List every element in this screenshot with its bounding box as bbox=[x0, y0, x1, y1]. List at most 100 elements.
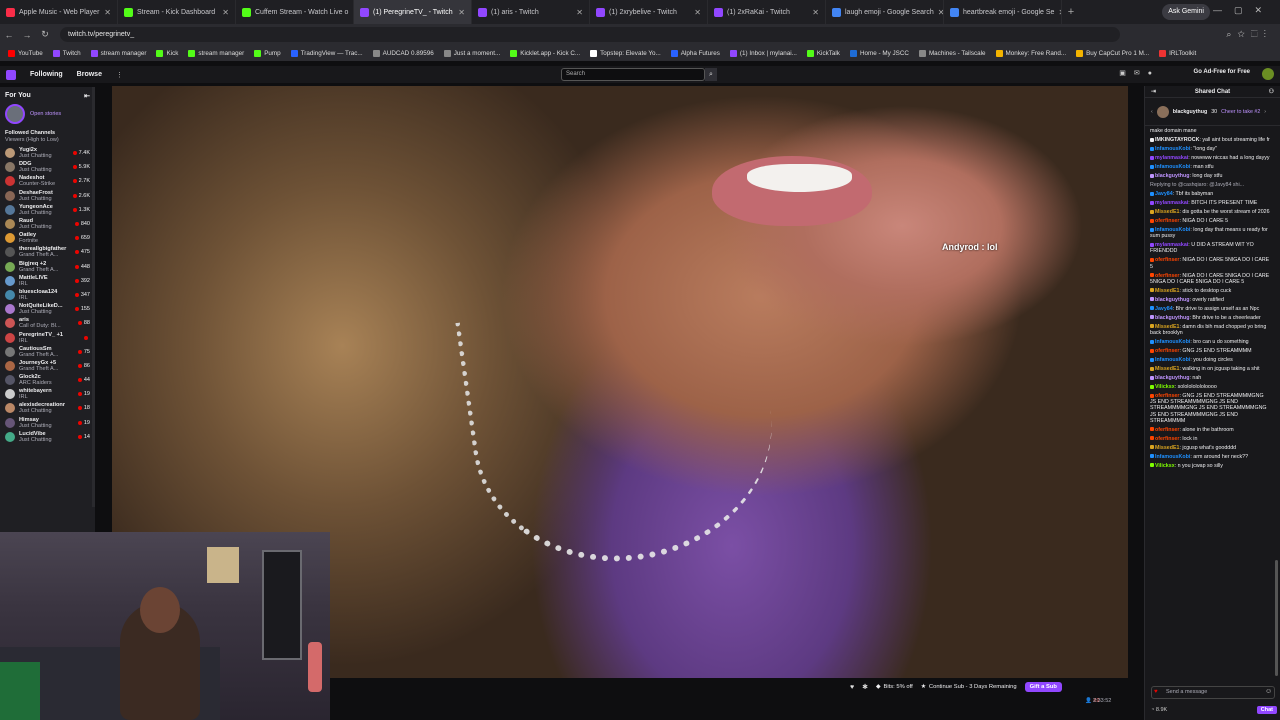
chat-message[interactable]: InfamousKobi: you doing circles bbox=[1150, 357, 1270, 363]
leaderboard-row[interactable]: ‹ blackguythug 30 Cheer to take #2 › bbox=[1145, 98, 1280, 126]
bits-button[interactable]: ◆ Bits: 5% off bbox=[876, 684, 913, 690]
chat-message[interactable]: oferfinser: alone in the bathroom bbox=[1150, 427, 1270, 433]
close-tab-icon[interactable]: ✕ bbox=[576, 8, 583, 17]
chat-message[interactable]: oferfinser: NIGA DO I CARE 5NIGA DO I CA… bbox=[1150, 257, 1270, 270]
gift-sub-button[interactable]: Gift a Sub bbox=[1024, 682, 1062, 692]
bookmark[interactable]: stream manager bbox=[188, 49, 244, 57]
chat-message[interactable]: InfamousKobi: "long day" bbox=[1150, 146, 1270, 152]
bookmark[interactable]: Home - My JSCC bbox=[849, 49, 909, 57]
collapse-chat-icon[interactable]: ⇥ bbox=[1151, 88, 1156, 95]
chat-users-icon[interactable]: ⚇ bbox=[1269, 88, 1274, 95]
notification-icons[interactable]: ▣✉● bbox=[1119, 69, 1160, 77]
chat-username[interactable]: InfamousKobi bbox=[1155, 339, 1190, 345]
sidebar-channel[interactable]: MattleLIVE IRL 392 bbox=[0, 274, 95, 288]
chat-username[interactable]: mylanmaskai bbox=[1155, 200, 1188, 206]
new-tab-button[interactable]: + bbox=[1062, 6, 1080, 18]
following-link[interactable]: Following bbox=[30, 71, 63, 78]
chat-message[interactable]: Vilicksx: n you jcwap so silly bbox=[1150, 463, 1270, 469]
chat-message[interactable]: make domain mane bbox=[1150, 128, 1270, 134]
chat-username[interactable]: blackguythug bbox=[1155, 297, 1189, 303]
chat-input[interactable]: Send a message bbox=[1151, 686, 1275, 699]
chat-username[interactable]: IMKINGTAYROCK bbox=[1155, 137, 1199, 143]
chat-message[interactable]: InfamousKobi: man stfu bbox=[1150, 164, 1270, 170]
sidebar-scrollbar[interactable] bbox=[92, 87, 95, 507]
prev-arrow-icon[interactable]: ‹ bbox=[1151, 109, 1153, 115]
bookmark[interactable]: IRLToolkit bbox=[1159, 49, 1196, 57]
chat-message[interactable]: Vilicksx: sololololololoooo bbox=[1150, 384, 1270, 390]
story-avatar[interactable] bbox=[5, 104, 25, 124]
chat-username[interactable]: Javy84 bbox=[1155, 306, 1173, 312]
heart-icon[interactable]: ♥ bbox=[850, 684, 854, 691]
chat-message[interactable]: mylanmaskai: BITCH ITS PRESENT TIME bbox=[1150, 200, 1270, 206]
go-ad-free-button[interactable]: Go Ad-Free for Free bbox=[1194, 69, 1250, 75]
chat-message[interactable]: MissedE1: jcgusp what's goodddd bbox=[1150, 445, 1270, 451]
chat-message[interactable]: oferfinser: lock in bbox=[1150, 436, 1270, 442]
chat-username[interactable]: oferfinser bbox=[1155, 257, 1179, 263]
sidebar-channel[interactable]: CautiousSm Grand Theft A... 75 bbox=[0, 345, 95, 359]
close-tab-icon[interactable]: ✕ bbox=[694, 8, 701, 17]
chat-message[interactable]: MissedE1: walking in on jcgusp taking a … bbox=[1150, 366, 1270, 372]
chat-username[interactable]: blackguythug bbox=[1155, 315, 1189, 321]
more-menu-icon[interactable]: ⋮ bbox=[116, 71, 123, 79]
search-icon[interactable]: ⌕ bbox=[705, 68, 717, 81]
chat-send-button[interactable]: Chat bbox=[1256, 706, 1277, 714]
search-input[interactable]: Search bbox=[561, 68, 705, 81]
bookmark[interactable]: stream manager bbox=[90, 49, 146, 57]
chat-message[interactable]: mylanmaskai: noweww niccas had a long da… bbox=[1150, 155, 1270, 161]
bookmark[interactable]: Just a moment... bbox=[443, 49, 500, 57]
close-tab-icon[interactable]: ✕ bbox=[222, 8, 229, 17]
chat-username[interactable]: blackguythug bbox=[1155, 173, 1189, 179]
emote-picker-icon[interactable]: ☺ bbox=[1265, 688, 1272, 695]
sidebar-channel[interactable]: Raud Just Chatting 840 bbox=[0, 217, 95, 231]
open-stories[interactable]: Open stories bbox=[0, 102, 95, 126]
chat-message[interactable]: InfamousKobi: arm around her neck?? bbox=[1150, 454, 1270, 460]
ask-gemini-button[interactable]: Ask Gemini bbox=[1162, 4, 1210, 20]
chat-username[interactable]: Javy84 bbox=[1155, 191, 1173, 197]
collapse-sidebar-icon[interactable]: ⇤ bbox=[84, 92, 90, 100]
user-avatar[interactable] bbox=[1262, 68, 1274, 80]
sidebar-channel[interactable]: Bigjreq +2 Grand Theft A... 448 bbox=[0, 260, 95, 274]
forward-icon[interactable]: → bbox=[18, 30, 36, 40]
browser-tab[interactable]: heartbreak emoji - Google Se✕ bbox=[944, 0, 1062, 24]
sidebar-channel[interactable]: JourneyGx +5 Grand Theft A... 86 bbox=[0, 359, 95, 373]
sidebar-channel[interactable]: DDG Just Chatting 5.9K bbox=[0, 160, 95, 174]
followed-sort[interactable]: Viewers (High to Low) bbox=[5, 137, 90, 144]
chat-username[interactable]: oferfinser bbox=[1155, 218, 1179, 224]
chat-message[interactable]: IMKINGTAYROCK: yall aint bout streaming … bbox=[1150, 137, 1270, 143]
bookmark[interactable]: Pump bbox=[254, 49, 281, 57]
chat-message[interactable]: MissedE1: stick to desktop cuck bbox=[1150, 288, 1270, 294]
chat-username[interactable]: MissedE1 bbox=[1155, 288, 1179, 294]
bookmark[interactable]: KickTalk bbox=[806, 49, 840, 57]
chat-username[interactable]: InfamousKobi bbox=[1155, 146, 1190, 152]
chat-message[interactable]: mylanmaskai: U DID A STREAM WIT YO FRIEN… bbox=[1150, 242, 1270, 254]
chat-username[interactable]: InfamousKobi bbox=[1155, 357, 1190, 363]
chat-message[interactable]: blackguythug: nah bbox=[1150, 375, 1270, 381]
close-tab-icon[interactable]: ✕ bbox=[812, 8, 819, 17]
chat-username[interactable]: MissedE1 bbox=[1155, 366, 1179, 372]
chat-username[interactable]: InfamousKobi bbox=[1155, 227, 1190, 233]
chat-username[interactable]: oferfinser bbox=[1155, 436, 1179, 442]
bookmark[interactable]: YouTube bbox=[8, 49, 43, 57]
close-tab-icon[interactable]: ✕ bbox=[458, 8, 465, 17]
chat-message[interactable]: oferfinser: GNG JS END STREAMMMM bbox=[1150, 348, 1270, 354]
chat-message[interactable]: blackguythug: long day stfu bbox=[1150, 173, 1270, 179]
chat-heart-icon[interactable]: ♥ bbox=[1154, 689, 1158, 695]
channel-points-icon[interactable]: ◔ bbox=[1151, 707, 1154, 713]
chat-username[interactable]: oferfinser bbox=[1155, 393, 1179, 399]
browser-tab[interactable]: Cuffem Stream - Watch Live o✕ bbox=[236, 0, 354, 24]
chat-username[interactable]: oferfinser bbox=[1155, 348, 1179, 354]
sidebar-channel[interactable]: NotQuiteLikeD... Just Chatting 155 bbox=[0, 302, 95, 316]
browser-tab[interactable]: (1) aris - Twitch ✕ bbox=[472, 0, 590, 24]
open-stories-label[interactable]: Open stories bbox=[30, 111, 61, 117]
bookmark[interactable]: Topstep: Elevate Yo... bbox=[590, 49, 661, 57]
bookmark[interactable]: AUDCAD 0.89596 bbox=[372, 49, 434, 57]
chat-username[interactable]: MissedE1 bbox=[1155, 209, 1179, 215]
browser-tab[interactable]: (1) 2xrybelive - Twitch ✕ bbox=[590, 0, 708, 24]
browser-tab[interactable]: Apple Music - Web Player ✕ bbox=[0, 0, 118, 24]
chat-message[interactable]: InfamousKobi: bro can u do something bbox=[1150, 339, 1270, 345]
chat-message[interactable]: oferfinser: GNG JS END STREAMMMMGNG JS E… bbox=[1150, 393, 1270, 424]
sidebar-channel[interactable]: Oatley Fortnite 659 bbox=[0, 231, 95, 245]
sidebar-channel[interactable]: aris Call of Duty: Bl... 88 bbox=[0, 316, 95, 330]
bookmark[interactable]: Machines - Tailscale bbox=[918, 49, 986, 57]
chat-username[interactable]: InfamousKobi bbox=[1155, 164, 1190, 170]
